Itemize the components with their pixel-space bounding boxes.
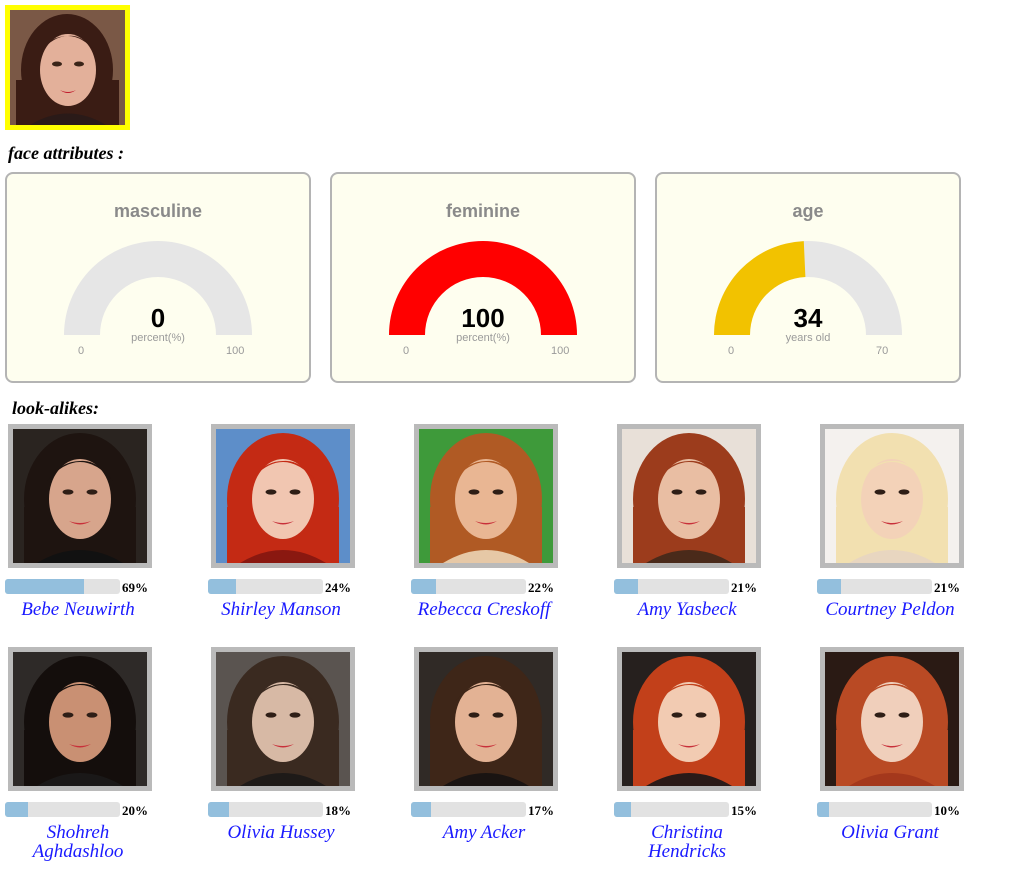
gauge-card-feminine: feminine 100 percent(%) 0 100 [330,172,636,383]
gauge-min-label: 0 [403,345,410,357]
lookalike-photo[interactable] [820,647,964,791]
similarity-bar-fill [411,802,431,817]
similarity-percent: 21% [934,580,960,595]
lookalike-face-image [622,652,756,786]
similarity-percent: 20% [122,803,148,818]
similarity-bar [411,802,526,817]
gauge-min-label: 0 [728,345,735,357]
lookalike-name-link[interactable]: Amy Acker [411,823,557,842]
lookalike-photo[interactable] [8,424,152,568]
similarity-bar [5,802,120,817]
gauge-value: 0 [150,303,166,333]
gauge-card-masculine: masculine 0 percent(%) 0 100 [5,172,311,383]
gauge-unit: years old [785,332,831,344]
lookalike-photo[interactable] [414,424,558,568]
gauge-dial [714,241,902,335]
lookalike-name-link[interactable]: Olivia Grant [817,823,963,842]
lookalike-name-link[interactable]: Bebe Neuwirth [5,600,151,619]
lookalike-photo[interactable] [617,647,761,791]
lookalike-photo[interactable] [211,424,355,568]
lookalike-face-image [216,429,350,563]
similarity-bar [817,802,932,817]
lookalike-name-link[interactable]: Rebecca Creskoff [411,600,557,619]
lookalike-face-image [622,429,756,563]
lookalike-face-image [13,429,147,563]
similarity-bar-fill [411,579,437,594]
similarity-percent: 22% [528,580,554,595]
similarity-percent: 69% [122,580,148,595]
similarity-percent: 15% [731,803,757,818]
gauge-max-label: 70 [876,345,889,357]
face-attributes-heading: face attributes : [8,143,124,163]
gauge-dial [389,241,577,335]
gauge-value: 34 [793,303,823,333]
lookalike-name-link[interactable]: Amy Yasbeck [614,600,760,619]
lookalike-photo[interactable] [820,424,964,568]
lookalike-name-link[interactable]: Shirley Manson [208,600,354,619]
lookalike-face-image [13,652,147,786]
similarity-bar-fill [614,802,632,817]
similarity-bar-fill [817,579,842,594]
similarity-bar [614,802,729,817]
look-alikes-heading: look-alikes: [12,398,99,418]
lookalike-photo[interactable] [617,424,761,568]
lookalike-face-image [825,652,959,786]
gauge-unit: percent(%) [131,332,185,344]
similarity-bar-fill [208,802,229,817]
similarity-bar-fill [208,579,236,594]
lookalike-name-link[interactable]: Courtney Peldon [817,600,963,619]
similarity-bar-fill [5,802,28,817]
lookalike-name-link[interactable]: Christina Hendricks [614,823,760,861]
gauge-value: 100 [461,303,505,333]
gauge-unit: percent(%) [456,332,510,344]
gauge-max-label: 100 [226,345,245,357]
similarity-bar [208,802,323,817]
uploaded-photo[interactable] [5,5,130,130]
gauge-card-age: age 34 years old 0 70 [655,172,961,383]
lookalike-face-image [419,652,553,786]
gauge-min-label: 0 [78,345,85,357]
gauge-max-label: 100 [551,345,570,357]
lookalike-face-image [825,429,959,563]
similarity-bar-fill [817,802,829,817]
lookalike-photo[interactable] [211,647,355,791]
lookalike-face-image [216,652,350,786]
similarity-percent: 17% [528,803,554,818]
similarity-percent: 21% [731,580,757,595]
similarity-percent: 10% [934,803,960,818]
similarity-bar [614,579,729,594]
similarity-bar [817,579,932,594]
similarity-bar [208,579,323,594]
lookalike-face-image [419,429,553,563]
similarity-percent: 24% [325,580,351,595]
lookalike-photo[interactable] [8,647,152,791]
similarity-bar-fill [614,579,639,594]
similarity-bar [5,579,120,594]
lookalike-name-link[interactable]: Olivia Hussey [208,823,354,842]
similarity-percent: 18% [325,803,351,818]
lookalike-name-link[interactable]: Shohreh Aghdashloo [5,823,151,861]
similarity-bar [411,579,526,594]
gauge-dial [64,241,252,335]
lookalike-photo[interactable] [414,647,558,791]
similarity-bar-fill [5,579,85,594]
uploaded-face-image [10,10,125,125]
